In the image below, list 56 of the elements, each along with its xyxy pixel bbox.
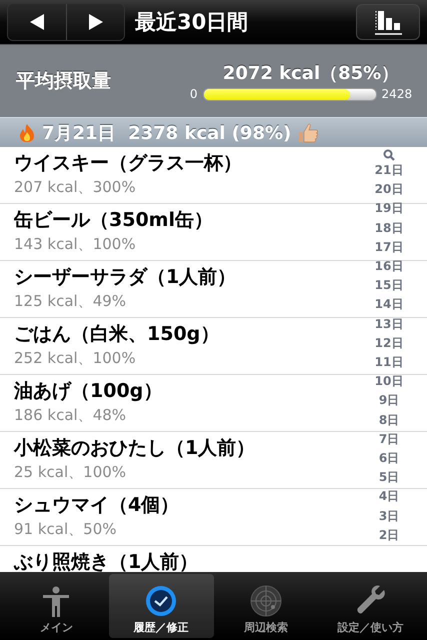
food-detail: 91 kcal、50% [14,519,116,540]
index-entry[interactable]: 13日 [374,314,404,334]
average-intake-value: 2072 kcal（85%） [222,62,400,85]
tab[interactable]: 履歴／修正 [108,574,214,638]
thumbs-up-icon [297,122,320,144]
index-entry[interactable]: 20日 [374,180,404,200]
index-entry[interactable]: 11日 [374,353,404,372]
food-name[interactable]: ぶり照焼き（1人前） [14,549,198,572]
food-name[interactable]: 油あげ（100g） [14,378,162,404]
index-entry[interactable]: 7日 [378,430,400,450]
food-name[interactable]: シーザーサラダ（1人前） [14,264,236,290]
index-entry[interactable]: 3日 [378,506,400,526]
index-entry[interactable]: 16日 [374,257,404,276]
tab[interactable]: 設定／使い方 [318,574,423,638]
clock-icon [144,584,178,618]
index-entry[interactable]: 9日 [378,391,400,411]
index-entry[interactable]: 19日 [374,199,404,219]
tab[interactable]: 周辺検索 [214,574,318,638]
food-detail: 25 kcal、100% [14,462,126,483]
index-entry[interactable]: 8日 [378,410,400,430]
left-triangle-icon [28,13,46,31]
food-detail: 125 kcal、49% [14,291,126,312]
index-entry[interactable]: 5日 [378,468,400,488]
search-icon[interactable] [383,149,395,161]
index-entry[interactable]: 17日 [374,238,404,258]
tab[interactable]: メイン [4,574,109,638]
window-title: 最近30日間 [135,9,250,36]
food-name[interactable]: シュウマイ（4個） [14,492,180,518]
right-triangle-icon [86,13,104,31]
food-detail: 207 kcal、300% [14,177,136,198]
section-header: 7月21日 2378 kcal (98%) [42,122,292,144]
food-detail: 143 kcal、100% [14,234,136,255]
flame-icon [18,122,36,142]
index-entry[interactable]: 2日 [378,526,400,546]
next-button[interactable] [66,4,124,40]
food-name[interactable]: 小松菜のおひたし（1人前） [14,435,256,461]
index-entry[interactable]: 18日 [374,218,404,238]
bar-max-label: 2428 [382,87,412,101]
food-detail: 186 kcal、48% [14,405,126,426]
food-detail: 252 kcal、100% [14,348,136,369]
index-entry[interactable]: 4日 [378,487,400,507]
radar-icon [248,584,283,618]
index-entry[interactable]: 6日 [378,449,400,468]
index-entry[interactable]: 10日 [374,372,404,392]
food-name[interactable]: ウイスキー（グラス一杯） [14,150,242,176]
index-entry[interactable]: 21日 [374,161,404,180]
previous-button[interactable] [8,4,66,40]
average-intake-label: 平均摂取量 [16,69,112,94]
person-icon [41,586,72,618]
index-entry[interactable]: 15日 [374,276,404,296]
chart-button[interactable] [356,4,420,40]
index-entry[interactable]: 14日 [374,295,404,315]
food-name[interactable]: 缶ビール（350ml缶） [14,207,213,233]
bar-min-label: 0 [190,87,198,101]
food-name[interactable]: ごはん（白米、150g） [14,321,220,347]
index-entry[interactable]: 12日 [374,334,404,354]
